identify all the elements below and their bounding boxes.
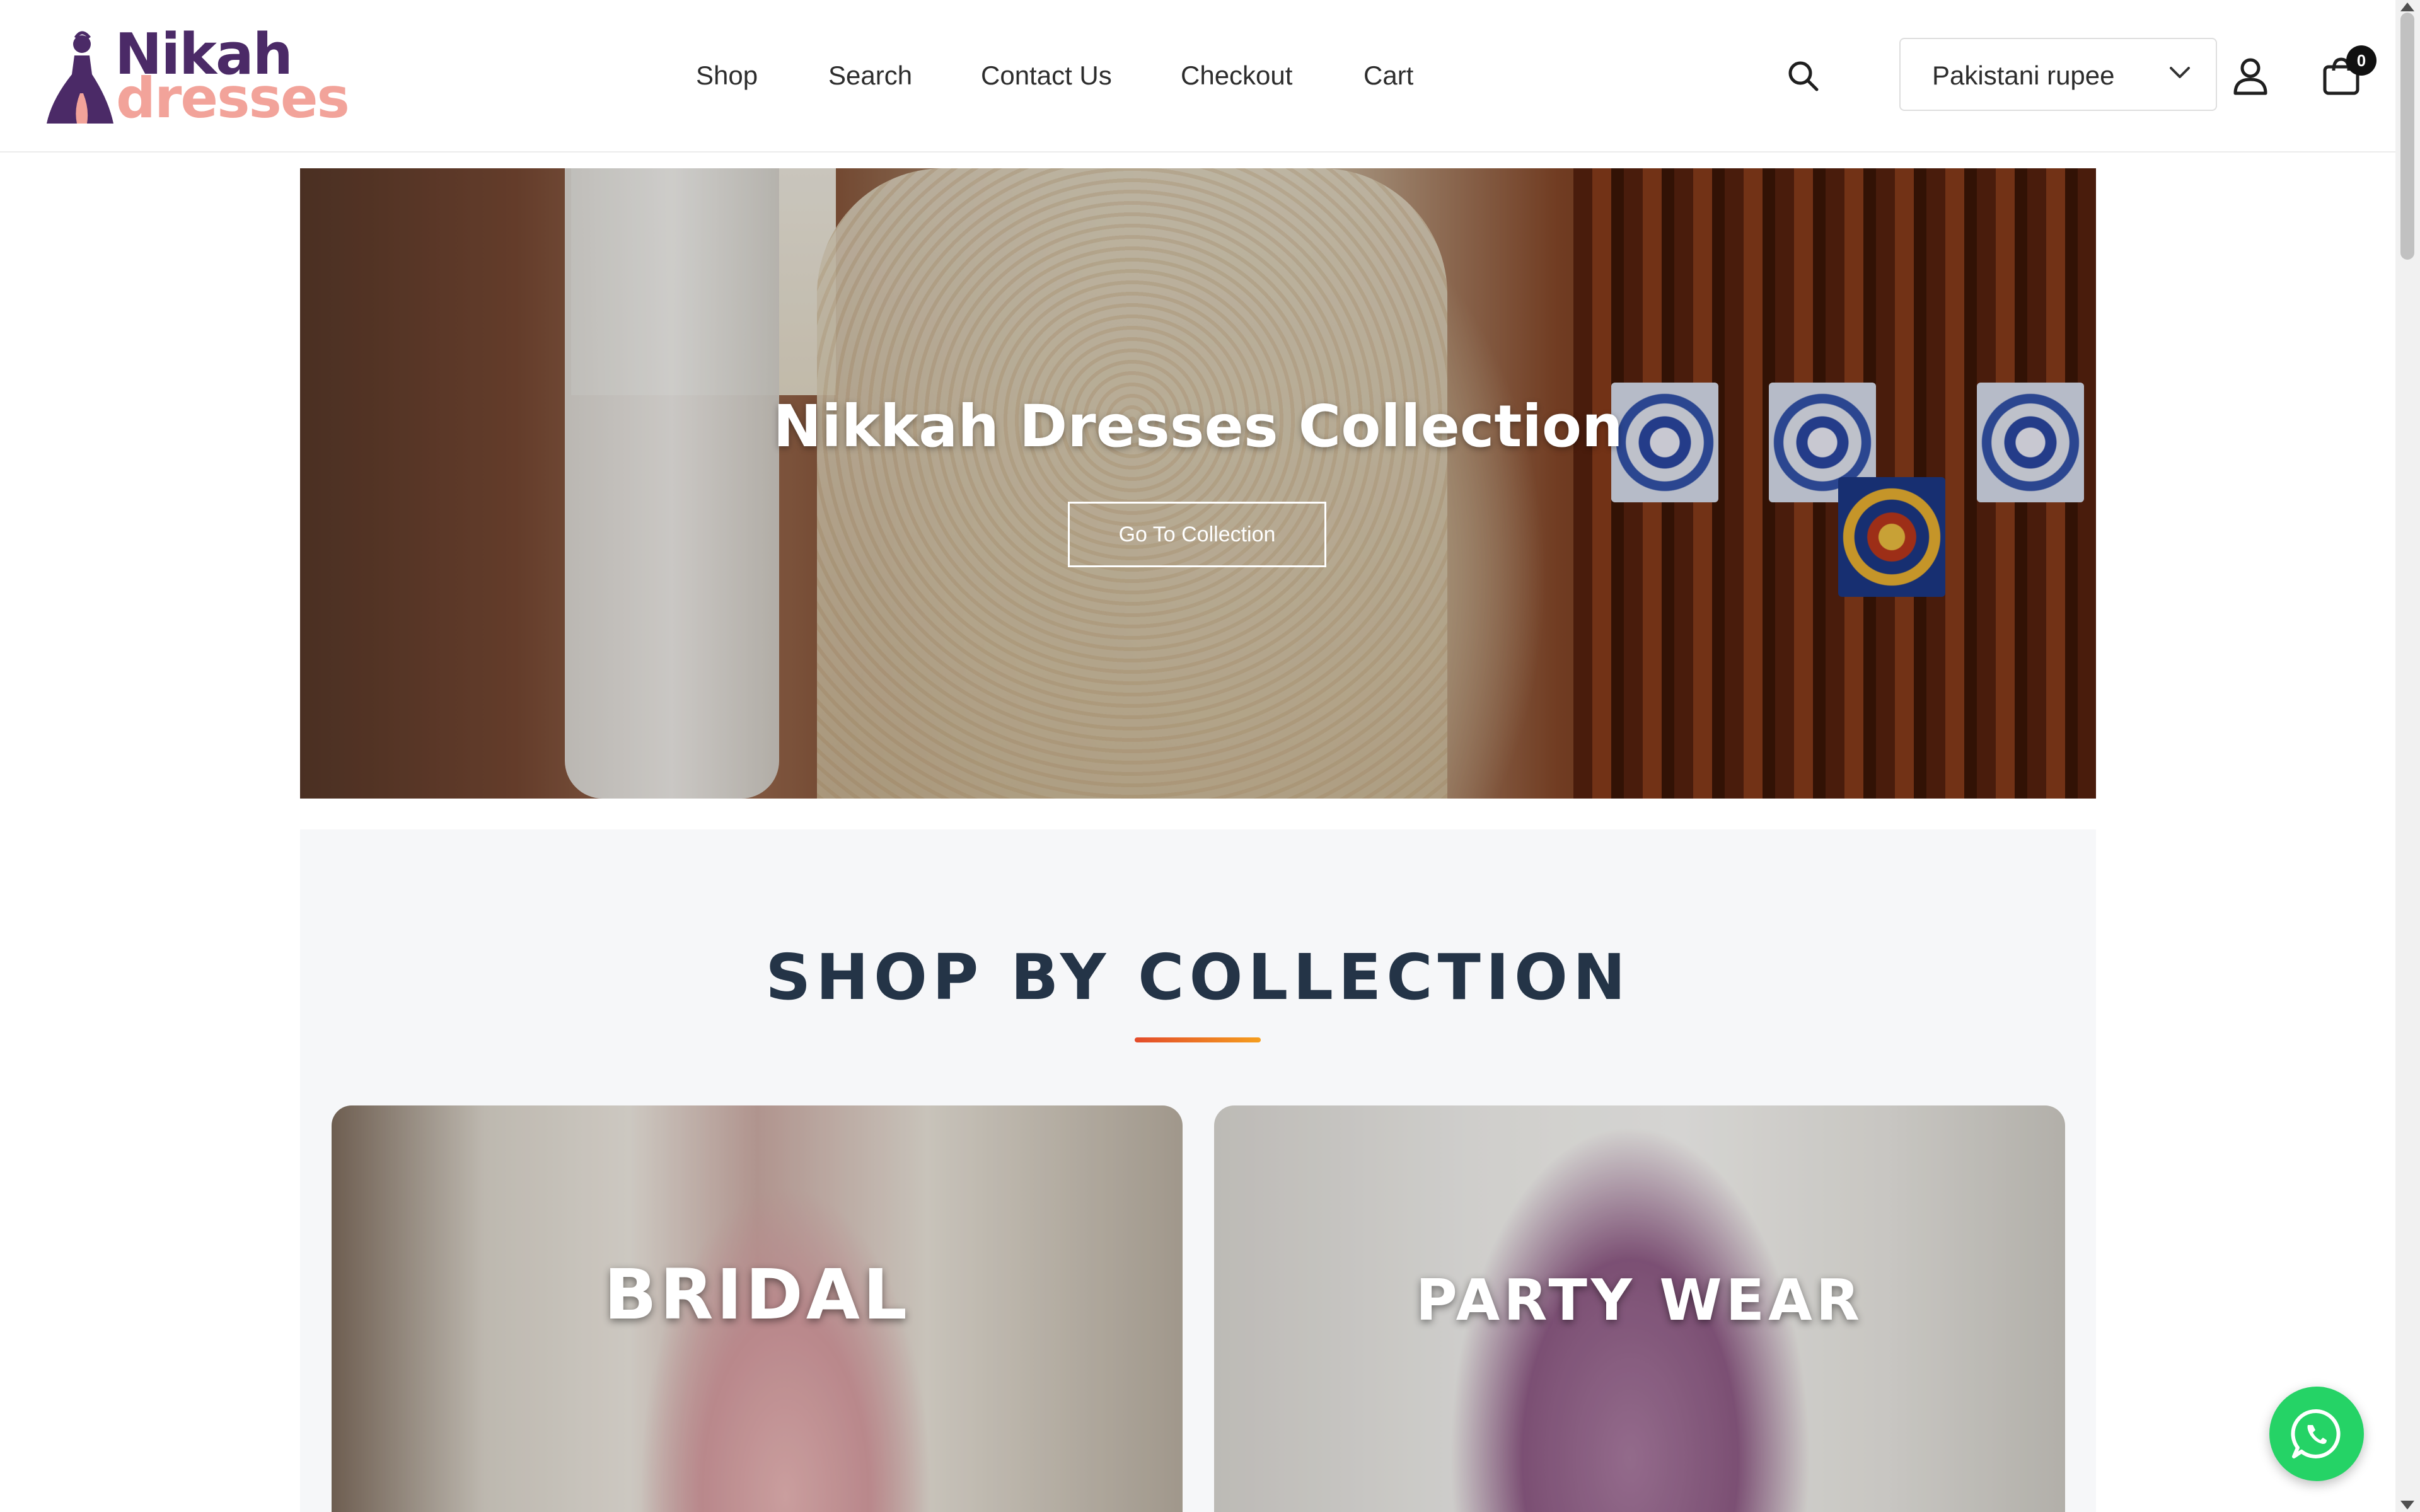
section-title-underline <box>1135 1037 1261 1042</box>
currency-select[interactable]: Pakistani rupee <box>1899 38 2217 111</box>
scroll-up-arrow-icon[interactable] <box>2400 3 2414 11</box>
section-title: SHOP BY COLLECTION <box>765 940 1631 1014</box>
collection-card-label: PARTY WEAR <box>1415 1267 1864 1334</box>
hero-overlay <box>300 168 2096 799</box>
scroll-down-arrow-icon[interactable] <box>2400 1501 2414 1509</box>
nav-cart[interactable]: Cart <box>1363 58 1413 93</box>
page-scrollbar[interactable] <box>2395 0 2420 1512</box>
chevron-down-icon <box>2170 67 2190 78</box>
nav-contact-us[interactable]: Contact Us <box>981 58 1112 93</box>
hero-banner[interactable]: Nikkah Dresses Collection Go To Collecti… <box>300 168 2096 799</box>
cart-count-badge: 0 <box>2346 45 2377 76</box>
shop-by-collection-section: SHOP BY COLLECTION BRIDAL PARTY WEAR <box>300 829 2096 1512</box>
nav-shop[interactable]: Shop <box>696 58 758 93</box>
user-icon[interactable] <box>2230 55 2271 96</box>
currency-selected-value: Pakistani rupee <box>1932 61 2115 90</box>
hero-title: Nikkah Dresses Collection <box>773 393 1623 460</box>
nav-search[interactable]: Search <box>828 58 912 93</box>
scrollbar-thumb[interactable] <box>2400 13 2414 260</box>
collection-card-bridal[interactable]: BRIDAL <box>332 1105 1183 1512</box>
nav-checkout[interactable]: Checkout <box>1181 58 1292 93</box>
collection-card-label: BRIDAL <box>603 1254 910 1335</box>
collection-card-party-wear[interactable]: PARTY WEAR <box>1214 1105 2065 1512</box>
go-to-collection-button[interactable]: Go To Collection <box>1068 502 1326 567</box>
site-header: Nikah dresses Shop Search Contact Us Che… <box>0 0 2395 153</box>
whatsapp-icon <box>2291 1409 2341 1458</box>
whatsapp-chat-button[interactable] <box>2269 1387 2407 1481</box>
search-icon[interactable] <box>1785 58 1821 93</box>
